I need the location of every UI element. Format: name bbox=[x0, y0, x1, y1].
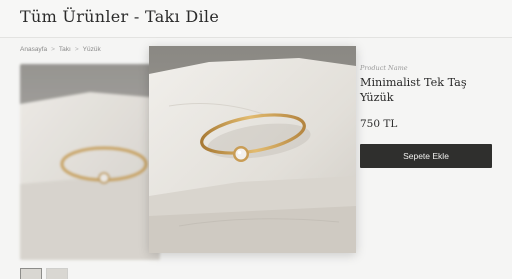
breadcrumb: Anasayfa > Takı > Yüzük bbox=[20, 46, 101, 53]
breadcrumb-home[interactable]: Anasayfa bbox=[20, 46, 47, 53]
product-name-label: Product Name bbox=[360, 64, 408, 72]
thumbnail-1[interactable] bbox=[20, 268, 42, 279]
breadcrumb-separator: > bbox=[51, 46, 55, 53]
breadcrumb-current: Yüzük bbox=[82, 46, 101, 53]
breadcrumb-separator: > bbox=[74, 46, 79, 53]
product-name: Minimalist Tek Taş Yüzük bbox=[360, 76, 467, 104]
product-price: 750 TL bbox=[360, 118, 398, 130]
site-header: Tüm Ürünler - Takı Dile bbox=[0, 0, 512, 38]
product-photo-background bbox=[20, 64, 160, 260]
thumbnail-strip bbox=[20, 268, 68, 279]
site-title[interactable]: Tüm Ürünler - Takı Dile bbox=[20, 7, 219, 26]
breadcrumb-taki[interactable]: Takı bbox=[59, 46, 71, 53]
product-photo-main[interactable] bbox=[149, 46, 356, 253]
product-info: Product Name Minimalist Tek Taş Yüzük 75… bbox=[360, 64, 492, 130]
add-to-cart-button[interactable]: Sepete Ekle bbox=[360, 144, 492, 168]
thumbnail-2[interactable] bbox=[46, 268, 68, 279]
